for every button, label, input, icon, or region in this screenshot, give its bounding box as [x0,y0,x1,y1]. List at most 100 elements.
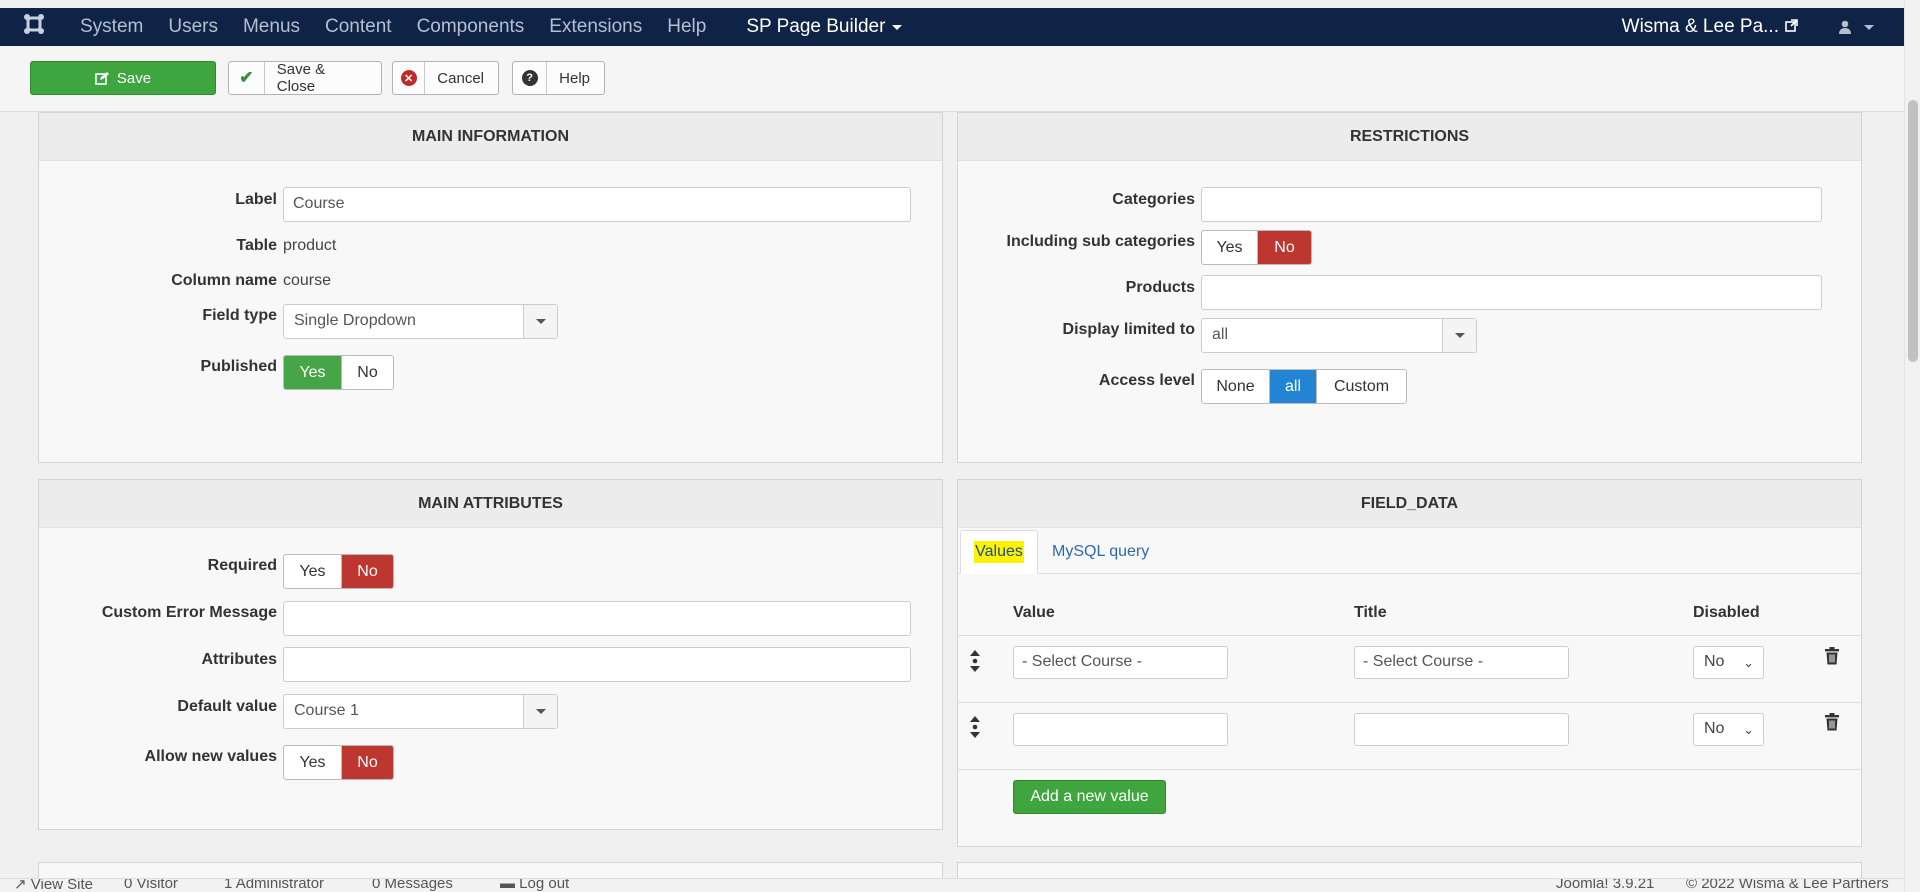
restrictions-panel: RESTRICTIONS Categories Including sub ca… [957,112,1862,463]
toolbar: Save ✔ Save & Close ✕ Cancel ? Help [0,46,1904,112]
disabled-select[interactable]: No ⌄ [1693,646,1764,679]
column-name-value: course [283,272,332,289]
site-name-link[interactable]: Wisma & Lee Pa... [1622,16,1779,38]
field-data-panel: FIELD_DATA Values MySQL query Value Titl… [957,479,1862,847]
help-icon: ? [521,70,538,86]
menu-content[interactable]: Content [325,16,392,38]
main-information-panel: MAIN INFORMATION Label Course Table prod… [38,112,943,463]
messages-link[interactable]: 0 Messages [372,878,453,892]
chevron-down-icon [523,695,557,728]
tab-mysql-query[interactable]: MySQL query [1052,530,1149,574]
attributes-label: Attributes [201,651,277,668]
cancel-icon: ✕ [400,70,417,86]
published-yes[interactable]: Yes [284,356,342,389]
view-site-link[interactable]: ↗ View Site [14,879,93,892]
label-input[interactable]: Course [283,187,911,222]
custom-error-label: Custom Error Message [101,604,277,621]
sub-categories-toggle[interactable]: Yes No [1201,230,1312,265]
status-badge: 0 [372,878,381,892]
trash-icon[interactable] [1824,713,1840,731]
main-attributes-panel: MAIN ATTRIBUTES Required Yes No Custom E… [38,479,943,830]
field-type-select[interactable]: Single Dropdown [283,304,558,339]
chevron-down-icon: ⌄ [1743,655,1754,670]
top-navbar: System Users Menus Content Components Ex… [0,8,1904,46]
status-badge: 1 [224,878,233,892]
menu-extensions[interactable]: Extensions [549,16,642,38]
value-input[interactable] [1013,713,1228,746]
access-custom[interactable]: Custom [1317,370,1406,403]
menu-components[interactable]: Components [417,16,525,38]
display-limited-select[interactable]: all [1201,318,1477,353]
products-input[interactable] [1201,275,1822,310]
chevron-down-icon [1442,319,1476,352]
title-input[interactable] [1354,713,1569,746]
published-no[interactable]: No [342,356,393,389]
copyright: © 2022 Wisma & Lee Partners [1686,878,1889,892]
status-bar: ↗ View Site 0 Visitor 1 Administrator 0 … [0,878,1904,892]
menu-sp-page-builder[interactable]: SP Page Builder [746,16,903,38]
user-menu[interactable] [1838,20,1874,34]
display-limited-label: Display limited to [1062,321,1195,338]
add-new-value-button[interactable]: Add a new value [1013,780,1166,814]
allow-new-toggle[interactable]: Yes No [283,745,394,780]
categories-label: Categories [1112,191,1195,208]
field-data-tabs: Values MySQL query [958,528,1861,574]
allow-new-label: Allow new values [144,748,277,765]
vertical-scrollbar[interactable] [1904,0,1920,892]
default-value-label: Default value [177,698,277,715]
joomla-logo-icon[interactable] [22,12,62,42]
edit-icon [95,62,109,94]
chevron-down-icon [892,24,903,30]
menu-users[interactable]: Users [168,16,218,38]
allow-new-no[interactable]: No [342,746,393,779]
panel-title: RESTRICTIONS [958,113,1861,161]
joomla-version: Joomla! 3.9.21 [1556,878,1655,892]
menu-menus[interactable]: Menus [243,16,300,38]
panel-title: FIELD_DATA [958,480,1861,528]
required-toggle[interactable]: Yes No [283,554,394,589]
tab-values[interactable]: Values [960,530,1038,574]
access-all[interactable]: all [1270,370,1317,403]
custom-error-input[interactable] [283,601,911,636]
drag-handle-icon[interactable] [967,716,983,738]
chevron-down-icon [1864,24,1874,30]
attributes-input[interactable] [283,647,911,682]
scrollbar-thumb[interactable] [1908,100,1918,362]
save-close-button[interactable]: ✔ Save & Close [228,61,382,95]
access-none[interactable]: None [1202,370,1270,403]
default-value-select[interactable]: Course 1 [283,694,558,729]
administrator-count: 1 Administrator [224,878,324,892]
allow-new-yes[interactable]: Yes [284,746,342,779]
published-label: Published [200,358,277,375]
cancel-button[interactable]: ✕ Cancel [392,61,499,95]
chevron-down-icon: ⌄ [1743,722,1754,737]
help-button[interactable]: ? Help [512,61,605,95]
column-header-title: Title [1354,604,1387,621]
menu-system[interactable]: System [80,16,143,38]
value-input[interactable]: - Select Course - [1013,646,1228,679]
title-input[interactable]: - Select Course - [1354,646,1569,679]
disabled-select[interactable]: No ⌄ [1693,713,1764,746]
trash-icon[interactable] [1824,647,1840,665]
menu-help[interactable]: Help [667,16,706,38]
field-type-label: Field type [202,307,277,324]
column-header-disabled: Disabled [1693,604,1760,621]
access-level-label: Access level [1098,372,1195,389]
status-badge: 0 [124,878,133,892]
table-label: Table [236,237,277,254]
panel-title: MAIN INFORMATION [39,113,942,161]
sub-categories-yes[interactable]: Yes [1202,231,1258,264]
save-button[interactable]: Save [30,61,216,95]
categories-input[interactable] [1201,187,1822,222]
logout-link[interactable]: ▬ Log out [500,879,569,892]
drag-handle-icon[interactable] [967,650,983,672]
published-toggle[interactable]: Yes No [283,355,394,390]
panel-title: MAIN ATTRIBUTES [39,480,942,528]
required-yes[interactable]: Yes [284,555,342,588]
user-icon [1839,20,1851,34]
sub-categories-no[interactable]: No [1258,231,1311,264]
access-level-toggle[interactable]: None all Custom [1201,369,1407,404]
external-link-icon [1785,19,1798,35]
column-name-label: Column name [171,272,277,289]
required-no[interactable]: No [342,555,393,588]
